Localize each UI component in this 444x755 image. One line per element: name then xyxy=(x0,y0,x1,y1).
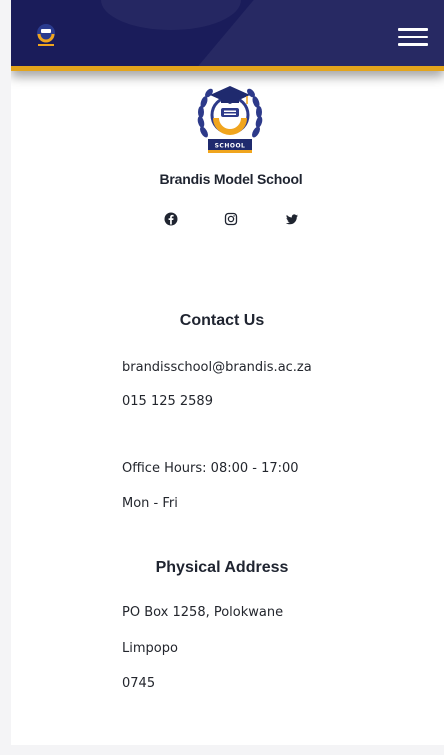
office-days: Mon - Fri xyxy=(122,496,178,511)
school-crest-logo: SCHOOL xyxy=(197,86,263,153)
contact-phone[interactable]: 015 125 2589 xyxy=(122,394,213,409)
contact-email[interactable]: brandisschool@brandis.ac.za xyxy=(122,360,312,375)
school-logo-icon[interactable] xyxy=(33,22,59,48)
navbar-decoration xyxy=(101,0,241,30)
instagram-icon[interactable] xyxy=(223,211,239,227)
address-heading: Physical Address xyxy=(155,559,289,576)
page-frame: SCHOOL Brandis Model School Contact Us b… xyxy=(11,0,444,745)
address-line-2: Limpopo xyxy=(122,641,178,656)
address-line-1: PO Box 1258, Polokwane xyxy=(122,605,284,620)
crest-ribbon-text: SCHOOL xyxy=(215,143,246,150)
office-hours: Office Hours: 08:00 - 17:00 xyxy=(122,461,299,476)
hamburger-menu-icon[interactable] xyxy=(398,28,428,46)
address-line-3: 0745 xyxy=(122,676,156,691)
contact-heading: Contact Us xyxy=(179,312,265,329)
school-name: Brandis Model School xyxy=(159,171,303,187)
top-navbar xyxy=(11,0,444,71)
twitter-icon[interactable] xyxy=(284,211,300,227)
facebook-icon[interactable] xyxy=(163,211,179,227)
